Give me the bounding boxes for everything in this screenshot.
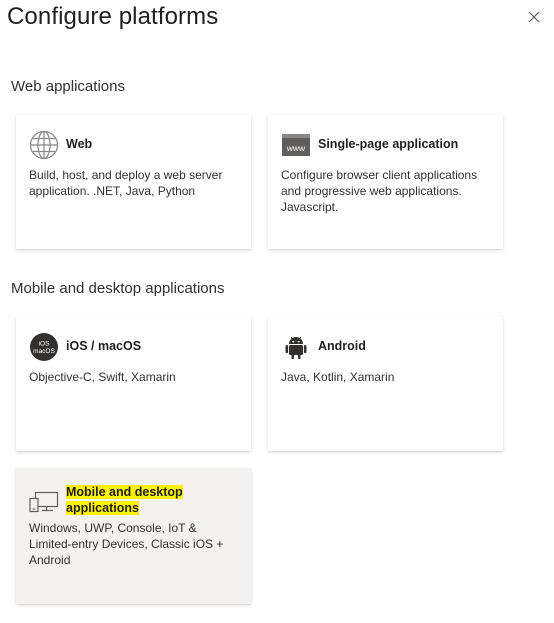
close-icon xyxy=(528,11,540,23)
ios-macos-icon: iOS macOS xyxy=(29,332,59,362)
platform-card-description: Objective-C, Swift, Xamarin xyxy=(29,370,176,384)
globe-icon xyxy=(29,130,59,160)
www-icon-text: www xyxy=(286,143,306,153)
close-button[interactable] xyxy=(526,9,542,25)
www-icon: www xyxy=(281,130,311,160)
platform-card-description: Build, host, and deploy a web server app… xyxy=(29,168,223,198)
platform-card-android[interactable]: Android Java, Kotlin, Xamarin xyxy=(268,317,503,451)
highlighted-card-name: Mobile and desktop applications xyxy=(66,485,183,515)
panel-title: Configure platforms xyxy=(7,3,219,30)
platform-card-ios-macos[interactable]: iOS macOS iOS / macOS Objective-C, Swift… xyxy=(16,317,251,451)
section-mobile-desktop-applications: Mobile and desktop applications xyxy=(11,280,225,297)
platform-card-web[interactable]: Web Build, host, and deploy a web server… xyxy=(16,115,251,249)
platform-card-name: Android xyxy=(318,339,366,353)
platform-card-name: Single-page application xyxy=(318,137,459,151)
svg-text:iOS: iOS xyxy=(39,341,51,348)
platform-card-name: Mobile and desktop applications xyxy=(66,484,216,516)
android-icon xyxy=(281,332,311,362)
platform-card-description: Java, Kotlin, Xamarin xyxy=(281,370,395,384)
section-web-applications: Web applications xyxy=(11,78,125,95)
platform-card-name: Web xyxy=(66,137,93,151)
platform-card-name: iOS / macOS xyxy=(66,339,142,353)
svg-text:macOS: macOS xyxy=(33,348,55,355)
platform-card-description: Windows, UWP, Console, IoT & Limited-ent… xyxy=(29,521,224,567)
platform-card-mobile-desktop[interactable]: Mobile and desktop applications Windows,… xyxy=(16,468,251,604)
platform-card-description: Configure browser client applications an… xyxy=(281,168,478,214)
platform-card-single-page-application[interactable]: www Single-page application Configure br… xyxy=(268,115,503,249)
desktop-mobile-icon xyxy=(29,486,59,516)
